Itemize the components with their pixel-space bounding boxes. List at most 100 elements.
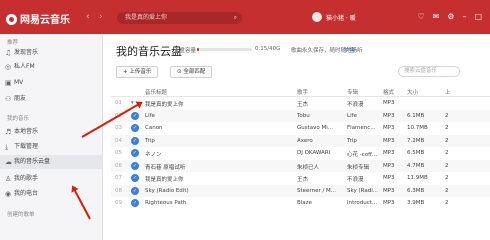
upload-music-label: 上传音乐 (129, 69, 152, 75)
song-format: MP3 (383, 112, 395, 119)
table-row[interactable]: ▾ 01 我是真的爱上你 王杰 不浪漫 MP3 (111, 97, 490, 109)
minimize-icon[interactable]: – (462, 12, 466, 21)
capacity-label: 云盘容量 (174, 48, 197, 54)
song-album: 不浪漫 (347, 102, 364, 108)
song-size: 6.1MB (407, 112, 425, 119)
table-row[interactable]: ✓ 06 青石巷 原唱试听 朱桢已人 朱桢专辑 MP3 4.7MB 2 (111, 159, 490, 172)
song-album: 朱桢专辑 (347, 164, 370, 171)
table-row[interactable]: ✓ 08 Sky (Radio Edit) Steerner / M... Sky (R… (111, 184, 490, 197)
match-all-label: 全部匹配 (183, 69, 206, 75)
search-icon[interactable]: ⌕ (234, 12, 237, 24)
checked-icon[interactable]: ✓ (131, 149, 139, 157)
checked-icon[interactable]: ✓ (131, 136, 139, 145)
checked-icon[interactable]: ✓ (131, 174, 139, 182)
sidebar-item-label: 下载管理 (14, 143, 39, 150)
song-upload-date: 2 (445, 187, 449, 194)
col-album[interactable]: 专辑 (347, 88, 358, 96)
skin-icon[interactable]: ♡ (417, 12, 424, 21)
capacity-bar-fill (197, 48, 199, 51)
song-title[interactable]: Righteous Path (145, 200, 186, 206)
song-title[interactable]: Life (145, 113, 155, 119)
song-title[interactable]: 我是真的爱上你 (145, 100, 184, 108)
song-format: MP3 (383, 125, 395, 131)
capacity-text: 0.15/40G (255, 46, 281, 52)
upload-music-button[interactable]: + 上传音乐 (116, 66, 159, 78)
song-format: MP3 (383, 162, 395, 169)
forward-arrow-icon[interactable]: › (99, 12, 103, 22)
sidebar-item-label: 我的电台 (14, 190, 39, 197)
col-upload-time[interactable]: 上 (445, 88, 451, 96)
checked-icon[interactable]: ✓ (131, 111, 139, 120)
sidebar-item-label: 本地音乐 (14, 128, 39, 135)
sidebar-item-fm[interactable]: ◎ 私人FM (0, 60, 103, 74)
track-number: 09 (115, 200, 122, 206)
cloud-search-input[interactable]: 搜索云盘音乐 (398, 66, 460, 77)
song-size: 7.2MB (407, 137, 425, 144)
song-album: Sky (Radi... (347, 187, 378, 194)
checked-icon[interactable]: ✓ (131, 161, 139, 170)
checked-icon[interactable]: ✓ (131, 186, 139, 195)
sidebar-item-label: 我的音乐云盘 (14, 158, 51, 165)
app-name: 网易云音乐 (20, 15, 70, 26)
sidebar-item-downloads[interactable]: ⤓ 下载管理 (0, 140, 103, 154)
col-title[interactable]: 音乐标题 (145, 88, 167, 96)
song-format: MP3 (383, 150, 395, 156)
col-format[interactable]: 格式 (383, 88, 394, 96)
table-row[interactable]: ✓ 09 Righteous Path Blaze Introduct... MP3 3.9… (111, 197, 490, 209)
song-artist: 王杰 (297, 102, 309, 108)
sidebar: 推荐 ♫ 发现音乐 ◎ 私人FM ▣ MV ⚇ 朋友 我的音乐 ♬ 本地音乐 ⤓ 下载管理 … (0, 34, 103, 240)
sidebar-item-label: 私人FM (14, 63, 35, 70)
song-upload-date: 2 (445, 112, 449, 119)
song-title[interactable]: Canon (145, 125, 163, 131)
sidebar-item-friends[interactable]: ⚇ 朋友 (0, 92, 103, 106)
netease-logo-icon (6, 14, 17, 25)
local-music-icon: ♬ (5, 128, 12, 136)
song-album: Trip (347, 137, 357, 144)
capacity-bar (197, 48, 252, 51)
station-icon: ◉ (5, 190, 12, 198)
song-title[interactable]: ネノン (145, 150, 162, 158)
song-title[interactable]: 我是真的爱上你 (145, 175, 184, 183)
track-number: 03 (115, 125, 122, 131)
sidebar-section-playlists: 创建的歌单 (7, 212, 35, 218)
song-title[interactable]: 青石巷 原唱试听 (145, 163, 185, 171)
song-size: 10.7MB (407, 125, 428, 131)
sidebar-item-label: MV (14, 79, 24, 86)
table-row[interactable]: ✓ 04 Trip Axero Trip MP3 7.2MB 2 (111, 134, 490, 147)
settings-icon[interactable]: ⚙ (447, 12, 454, 21)
track-number: 04 (115, 137, 122, 144)
song-size: 11.9MB (407, 175, 428, 181)
sidebar-item-station[interactable]: ◉ 我的电台 (0, 187, 103, 201)
video-icon: ▣ (5, 79, 12, 87)
table-row[interactable]: ✓ 05 ネノン DJ OKAWARI 心花 -coff... MP3 6.5MB 2 (111, 147, 490, 159)
sidebar-item-cloud[interactable]: ☁ 我的音乐云盘 (0, 155, 103, 169)
sidebar-item-mv[interactable]: ▣ MV (0, 76, 103, 90)
message-icon[interactable]: ✉ (433, 12, 440, 21)
table-row[interactable]: ✓02LifeTobuLifeMP36.1MB2 (111, 109, 490, 122)
track-number: 01 (115, 100, 122, 106)
singer-icon: ♙ (5, 175, 12, 183)
match-all-button[interactable]: ⊙ 全部匹配 (170, 66, 213, 78)
col-size[interactable]: 大小 (407, 88, 418, 96)
expand-capacity-link[interactable]: 扩容 (344, 46, 355, 54)
song-size: 6.5MB (407, 150, 425, 156)
song-album: Life (347, 112, 357, 119)
search-input[interactable]: 我是真的爱上你 ⌕ (117, 12, 242, 24)
song-title[interactable]: Trip (145, 138, 155, 144)
back-arrow-icon[interactable]: ‹ (86, 12, 90, 22)
table-row[interactable]: ✓ 07 我是真的爱上你 王杰 不浪漫 MP3 11.9MB 2 (111, 172, 490, 184)
table-row[interactable]: ✓ 03 Canon Gustavo Mi... Flamenc... MP3 10.7MB… (111, 122, 490, 134)
checked-icon[interactable]: ✓ (131, 124, 139, 132)
col-artist[interactable]: 歌手 (297, 88, 308, 96)
user-name[interactable]: 猫小猪 · 暖 (326, 13, 356, 22)
checked-icon[interactable]: ✓ (131, 199, 139, 207)
avatar[interactable] (312, 12, 322, 22)
maximize-icon[interactable]: □ (474, 12, 482, 21)
song-size: 4.7MB (407, 162, 425, 169)
app-logo[interactable]: 网易云音乐 (6, 11, 70, 26)
sidebar-item-singers[interactable]: ♙ 我的歌手 (0, 172, 103, 186)
song-artist: 朱桢已人 (297, 164, 320, 171)
song-title[interactable]: Sky (Radio Edit) (145, 188, 189, 194)
sidebar-item-label: 发现音乐 (14, 49, 39, 56)
sidebar-item-discover[interactable]: ♫ 发现音乐 (0, 46, 103, 60)
